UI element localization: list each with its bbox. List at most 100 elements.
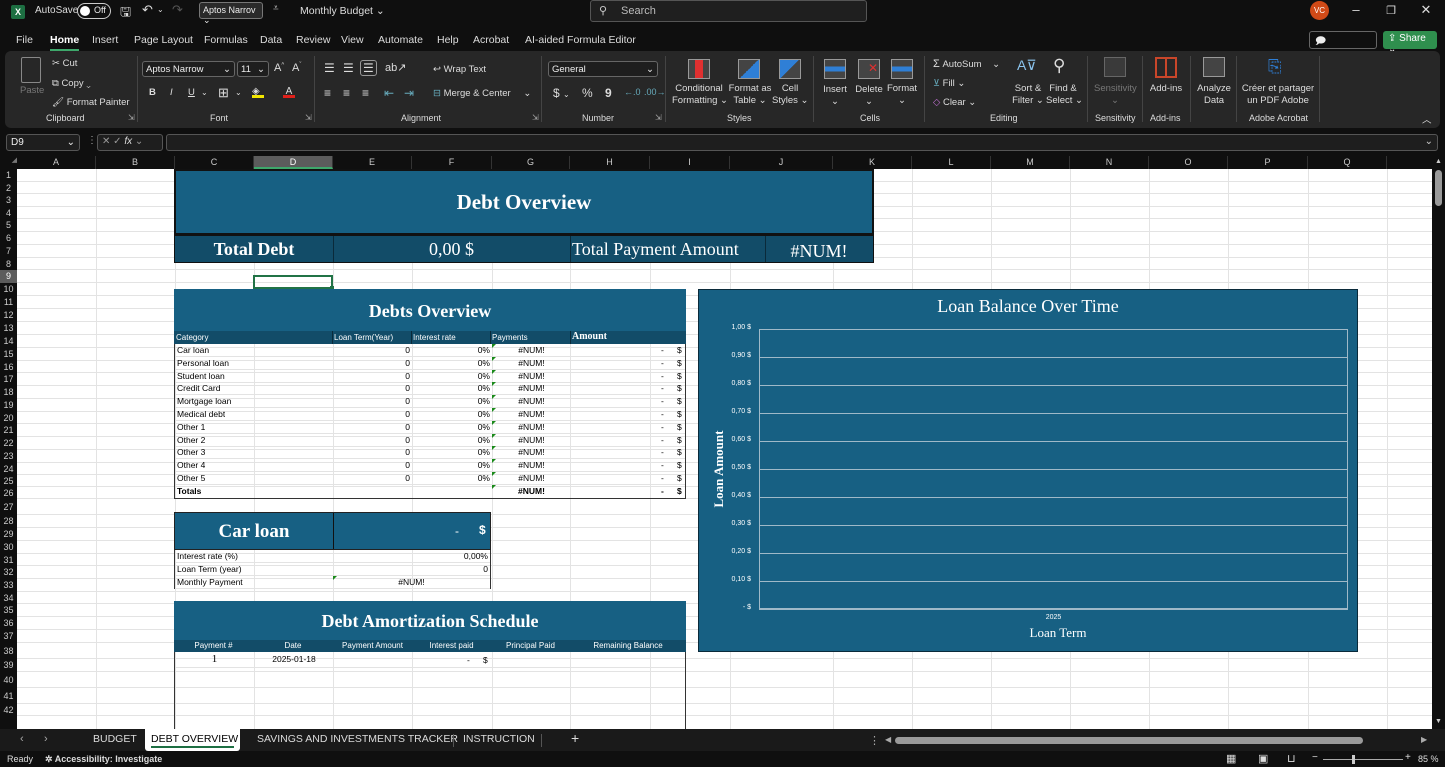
row-header-26[interactable]: 26 [0, 487, 17, 499]
debt-category[interactable]: Credit Card [177, 383, 220, 393]
debt-category[interactable]: Other 5 [177, 473, 205, 483]
payment-number[interactable]: 1 [175, 653, 254, 665]
debt-amount[interactable]: - [661, 396, 664, 406]
total-debt-value[interactable]: 0,00 $ [333, 239, 570, 260]
debt-rate[interactable]: 0% [412, 447, 490, 457]
comments-button[interactable]: 🗩 Comments [1309, 31, 1377, 62]
debt-term[interactable]: 0 [333, 435, 410, 445]
row-header-21[interactable]: 21 [0, 424, 17, 437]
debt-amount[interactable]: - [661, 371, 664, 381]
column-header-l[interactable]: L [912, 156, 991, 169]
column-header-n[interactable]: N [1070, 156, 1149, 169]
debt-payments[interactable]: #NUM! [492, 358, 571, 368]
add-sheet-button[interactable]: + [571, 730, 579, 746]
debt-row[interactable]: Car loan 0 0% #NUM! - $ [175, 344, 685, 357]
row-header-29[interactable]: 29 [0, 528, 17, 541]
align-bottom-icon[interactable]: ☰ [360, 60, 377, 76]
row-header-15[interactable]: 15 [0, 348, 17, 361]
tab-formulas[interactable]: Formulas [204, 34, 248, 46]
column-header-g[interactable]: G [492, 156, 570, 169]
format-painter-button[interactable]: 🖌 Format Painter [52, 97, 130, 108]
debt-row[interactable]: Other 2 0 0% #NUM! - $ [175, 433, 685, 447]
debt-row[interactable]: Other 1 0 0% #NUM! - $ [175, 420, 685, 434]
collapse-ribbon-icon[interactable]: ︿ [1422, 112, 1432, 126]
debt-row[interactable]: Other 3 0 0% #NUM! - $ [175, 446, 685, 460]
debt-term[interactable]: 0 [333, 473, 410, 483]
row-header-18[interactable]: 18 [0, 386, 17, 399]
row-header-22[interactable]: 22 [0, 437, 17, 450]
tab-page-layout[interactable]: Page Layout [134, 34, 193, 46]
debt-payments[interactable]: #NUM! [492, 435, 571, 445]
page-layout-view-icon[interactable]: ▣ [1258, 752, 1268, 765]
underline-button[interactable]: U [188, 87, 195, 98]
zoom-out-icon[interactable]: − [1312, 752, 1318, 763]
debt-category[interactable]: Other 2 [177, 435, 205, 445]
column-header-q[interactable]: Q [1308, 156, 1387, 169]
zoom-level[interactable]: 85 % [1418, 754, 1439, 764]
align-middle-icon[interactable]: ☰ [343, 61, 354, 75]
debt-rate[interactable]: 0% [412, 383, 490, 393]
font-size-select[interactable]: 11 ⌄ [237, 61, 269, 77]
minimize-icon[interactable]: – [1346, 2, 1366, 17]
comma-button[interactable]: 9 [605, 86, 612, 100]
row-header-33[interactable]: 33 [0, 579, 17, 592]
worksheet-grid[interactable]: Debt Overview Total Debt 0,00 $ Total Pa… [17, 169, 1432, 729]
column-header-a[interactable]: A [17, 156, 96, 169]
debt-term[interactable]: 0 [333, 358, 410, 368]
row-header-12[interactable]: 12 [0, 309, 17, 322]
number-launcher-icon[interactable]: ⇲ [655, 113, 662, 122]
tab-automate[interactable]: Automate [378, 34, 423, 46]
row-header-14[interactable]: 14 [0, 335, 17, 348]
column-header-d[interactable]: D [254, 156, 333, 169]
decrease-font-icon[interactable]: Aˇ [292, 62, 301, 74]
debt-row[interactable]: Student loan 0 0% #NUM! - $ [175, 369, 685, 383]
next-sheet-icon[interactable]: › [44, 733, 48, 745]
restore-icon[interactable]: ❐ [1381, 4, 1401, 17]
formula-input[interactable]: ⌄ [166, 134, 1438, 151]
column-header-k[interactable]: K [833, 156, 912, 169]
align-right-icon[interactable]: ≡ [362, 86, 369, 100]
debt-rate[interactable]: 0% [412, 473, 490, 483]
debt-rate[interactable]: 0% [412, 345, 490, 355]
row-header-17[interactable]: 17 [0, 373, 17, 386]
prev-sheet-icon[interactable]: ‹ [20, 733, 24, 745]
orientation-icon[interactable]: ab↗ [385, 61, 406, 74]
debt-rate[interactable]: 0% [412, 358, 490, 368]
bold-button[interactable]: B [149, 87, 156, 98]
debt-payments[interactable]: #NUM! [492, 473, 571, 483]
tab-home[interactable]: Home [50, 34, 80, 51]
cancel-icon[interactable]: ✕ [102, 136, 110, 147]
cut-button[interactable]: ✂ Cut [52, 58, 77, 69]
sheet-tab-instruction[interactable]: INSTRUCTION [463, 733, 535, 745]
autosave-toggle[interactable]: Off [77, 3, 111, 19]
insert-function-icon[interactable]: fx [124, 136, 132, 147]
row-header-28[interactable]: 28 [0, 515, 17, 528]
column-header-p[interactable]: P [1228, 156, 1308, 169]
scroll-right-icon[interactable]: ▶ [1421, 735, 1427, 744]
car-loan-row[interactable]: Monthly Payment #NUM! [175, 576, 490, 589]
name-box[interactable]: D9 ⌄ [6, 134, 80, 151]
debt-category[interactable]: Car loan [177, 345, 209, 355]
column-header-o[interactable]: O [1149, 156, 1228, 169]
insert-button[interactable]: Insert ⌄ [820, 84, 850, 108]
debt-row[interactable]: Credit Card 0 0% #NUM! - $ [175, 382, 685, 396]
debt-term[interactable]: 0 [333, 371, 410, 381]
row-header-11[interactable]: 11 [0, 296, 17, 309]
debt-rate[interactable]: 0% [412, 409, 490, 419]
accessibility-button[interactable]: ✲ Accessibility: Investigate [45, 754, 162, 765]
undo-icon[interactable]: ↶ [142, 2, 153, 18]
column-header-i[interactable]: I [650, 156, 730, 169]
debt-rate[interactable]: 0% [412, 396, 490, 406]
car-loan-row-value[interactable]: #NUM! [333, 577, 490, 587]
conditional-formatting-button[interactable]: Conditional Formatting ⌄ [672, 83, 728, 107]
row-header-7[interactable]: 7 [0, 245, 17, 258]
font-color-icon[interactable]: A [283, 86, 295, 98]
row-header-13[interactable]: 13 [0, 322, 17, 335]
borders-dropdown-icon[interactable]: ⌄ [235, 88, 242, 97]
debt-category[interactable]: Other 3 [177, 447, 205, 457]
debt-term[interactable]: 0 [333, 409, 410, 419]
tab-review[interactable]: Review [296, 34, 330, 46]
paste-button[interactable]: Paste [20, 85, 44, 96]
create-share-pdf-button[interactable]: Créer et partager un PDF Adobe [1240, 83, 1316, 107]
selected-cell-d9[interactable] [253, 275, 334, 290]
